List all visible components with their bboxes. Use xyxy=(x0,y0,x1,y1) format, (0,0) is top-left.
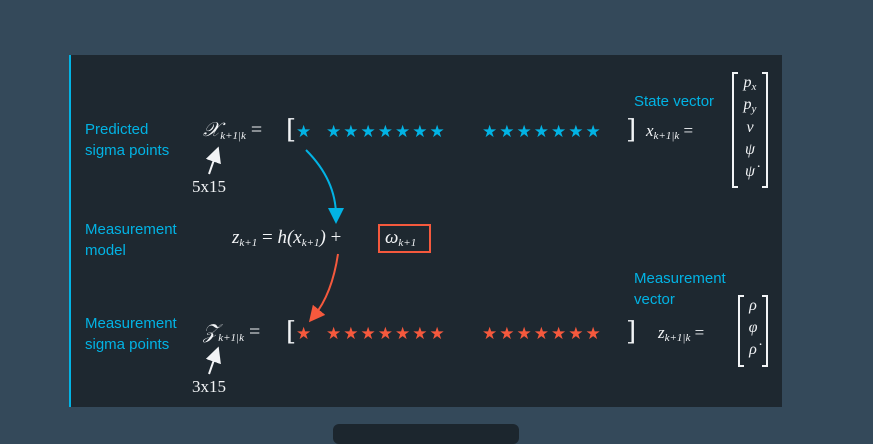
meas-bracket-tick-br xyxy=(762,365,768,367)
dim-label-bottom: 3x15 xyxy=(192,377,226,396)
dim-arrow-top xyxy=(205,146,221,175)
red-star-group2: ★★★★★★★ xyxy=(482,324,603,344)
measurement-noise-term: ωk+1 xyxy=(385,227,417,249)
flow-arrow-red xyxy=(308,253,339,323)
dim-label-top: 5x15 xyxy=(192,177,226,196)
red-star-first: ★ xyxy=(296,324,314,344)
dim-arrow-bottom xyxy=(205,346,221,375)
measurement-model-equation: zk+1 = h(xk+1) + xyxy=(232,227,342,249)
measurement-vector-symbol: zk+1|k = xyxy=(658,323,705,344)
bottom-tab-handle[interactable] xyxy=(333,424,519,444)
red-star-group1: ★★★★★★★ xyxy=(326,324,447,344)
arrows-layer xyxy=(205,146,344,375)
meas-entry-phi: φ xyxy=(748,319,758,336)
flow-arrow-cyan xyxy=(305,149,344,224)
left-bracket-bottom: [ xyxy=(286,317,297,347)
meas-entry-rho: ρ xyxy=(749,297,757,314)
measurement-sigma-matrix-symbol: 𝒵k+1|k = xyxy=(203,321,261,344)
meas-bracket-tick-bl xyxy=(738,365,744,367)
meas-entry-rho-dot: ρ̇ xyxy=(749,341,757,358)
right-bracket-bottom: ] xyxy=(626,317,637,347)
